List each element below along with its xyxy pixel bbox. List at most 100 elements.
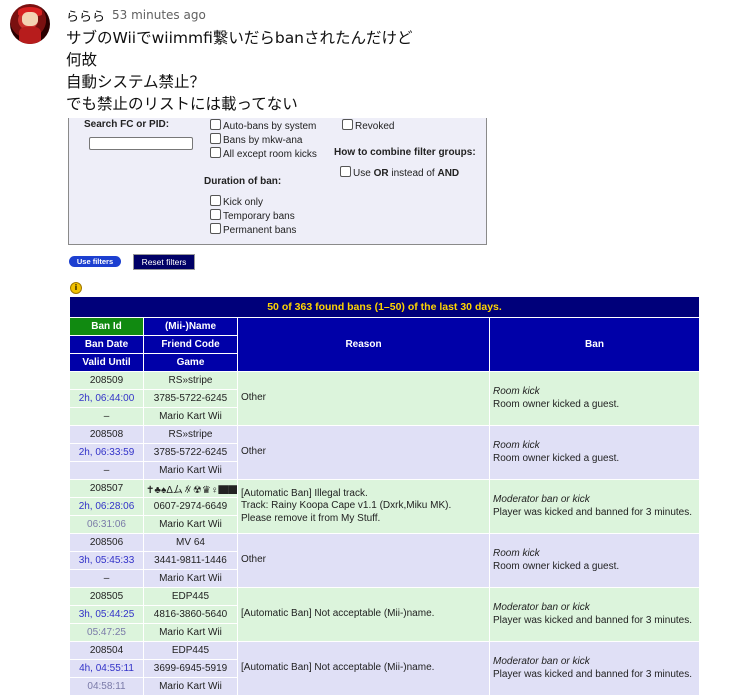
friend-code[interactable]: 3699-6945-5919 <box>143 659 238 678</box>
ban-id[interactable]: 208504 <box>69 641 144 660</box>
table-row[interactable]: 208505 EDP445 [Automatic Ban] Not acceptab… <box>69 587 701 642</box>
checkbox-icon[interactable] <box>340 166 351 177</box>
ban-desc: Room owner kicked a guest. <box>493 560 620 572</box>
table-body: 208509 RS»stripe Other Room kick Room owner … <box>69 371 701 696</box>
friend-code[interactable]: 3785-5722-6245 <box>143 443 238 462</box>
game: Mario Kart Wii <box>143 569 238 588</box>
comment-line: 何故 <box>66 51 98 69</box>
ban-id[interactable]: 208508 <box>69 425 144 444</box>
ban-reason: Other <box>237 425 490 480</box>
comment-author[interactable]: ららら <box>66 6 105 25</box>
ban-date[interactable]: 2h, 06:28:06 <box>69 497 144 516</box>
table-row[interactable]: 208507 ✝♣♠Δム∦☢♛♀▇▇ [Automatic Ban] Illegal… <box>69 479 701 534</box>
comment-line: サブのWiiでwiimmfi繋いだらbanされたんだけど <box>66 29 413 47</box>
filter-all-except-kicks-label: All except room kicks <box>223 149 317 160</box>
avatar-body <box>19 27 41 44</box>
ban-date[interactable]: 3h, 05:44:25 <box>69 605 144 624</box>
ban-id[interactable]: 208505 <box>69 587 144 606</box>
ban-date[interactable]: 2h, 06:33:59 <box>69 443 144 462</box>
bans-table: 50 of 363 found bans (1–50) of the last … <box>68 296 701 696</box>
mii-name: ✝♣♠Δム∦☢♛♀▇▇ <box>143 479 238 498</box>
filter-all-except-kicks[interactable]: All except room kicks <box>210 147 317 160</box>
ban-type: Room kick <box>493 386 540 397</box>
ban-desc: Player was kicked and banned for 3 minut… <box>493 506 692 518</box>
checkbox-icon[interactable] <box>210 133 221 144</box>
filter-mkw-ana[interactable]: Bans by mkw-ana <box>210 133 302 146</box>
friend-code[interactable]: 3441-9811-1446 <box>143 551 238 570</box>
ban-type: Moderator ban or kick <box>493 602 590 613</box>
table-row[interactable]: 208504 EDP445 [Automatic Ban] Not acceptab… <box>69 641 701 696</box>
filter-panel: Search FC or PID: Auto-bans by system Ba… <box>68 118 487 245</box>
search-fc-input[interactable] <box>89 137 193 150</box>
ban-desc: Room owner kicked a guest. <box>493 398 620 410</box>
comment-time[interactable]: 53 minutes ago <box>112 8 206 22</box>
ban-reason: [Automatic Ban] Not acceptable (Mii-)nam… <box>237 641 490 696</box>
filter-auto-bans[interactable]: Auto-bans by system <box>210 119 316 132</box>
filter-temporary-label: Temporary bans <box>223 211 295 222</box>
checkbox-icon[interactable] <box>210 223 221 234</box>
combine-or-option[interactable]: Use OR instead of AND <box>340 166 459 179</box>
mii-name: RS»stripe <box>143 371 238 390</box>
duration-label: Duration of ban: <box>204 176 282 187</box>
ban-date[interactable]: 2h, 06:44:00 <box>69 389 144 408</box>
ban-info: Room kick Room owner kicked a guest. <box>488 371 701 426</box>
use-filters-button[interactable]: Use filters <box>69 256 121 267</box>
col-ban-date[interactable]: Ban Date <box>69 335 144 354</box>
mii-name: RS»stripe <box>143 425 238 444</box>
col-ban-id[interactable]: Ban Id <box>69 317 144 336</box>
col-ban[interactable]: Ban <box>488 317 701 372</box>
avatar[interactable] <box>10 4 50 44</box>
table-row[interactable]: 208509 RS»stripe Other Room kick Room owner … <box>69 371 701 426</box>
checkbox-icon[interactable] <box>210 195 221 206</box>
friend-code[interactable]: 0607-2974-6649 <box>143 497 238 516</box>
game: Mario Kart Wii <box>143 623 238 642</box>
combine-and: AND <box>437 168 460 179</box>
col-valid-until[interactable]: Valid Until <box>69 353 144 372</box>
ban-id[interactable]: 208507 <box>69 479 144 498</box>
col-game[interactable]: Game <box>143 353 238 372</box>
filter-revoked[interactable]: Revoked <box>342 119 394 132</box>
ban-info: Moderator ban or kick Player was kicked a… <box>488 587 701 642</box>
filter-kick-only[interactable]: Kick only <box>210 195 263 208</box>
ban-reason: Other <box>237 371 490 426</box>
combine-or: OR <box>373 168 389 179</box>
ban-type: Moderator ban or kick <box>493 494 590 505</box>
table-title: 50 of 363 found bans (1–50) of the last … <box>68 296 701 318</box>
checkbox-icon[interactable] <box>210 209 221 220</box>
filter-temporary[interactable]: Temporary bans <box>210 209 295 222</box>
ban-date[interactable]: 4h, 04:55:11 <box>69 659 144 678</box>
comment-line: 自動システム禁止？ <box>66 73 206 91</box>
filter-mkw-ana-label: Bans by mkw-ana <box>223 135 303 146</box>
mii-name: MV 64 <box>143 533 238 552</box>
info-icon[interactable]: i <box>70 282 82 294</box>
comment-line: でも禁止のリストには載ってない <box>66 95 298 113</box>
ban-info: Room kick Room owner kicked a guest. <box>488 425 701 480</box>
combine-label: How to combine filter groups: <box>334 147 476 158</box>
ban-desc: Room owner kicked a guest. <box>493 452 620 464</box>
col-reason[interactable]: Reason <box>237 317 490 372</box>
ban-id[interactable]: 208509 <box>69 371 144 390</box>
checkbox-icon[interactable] <box>342 119 353 130</box>
filter-permanent[interactable]: Permanent bans <box>210 223 296 236</box>
checkbox-icon[interactable] <box>210 119 221 130</box>
col-mii-name[interactable]: (Mii-)Name <box>143 317 238 336</box>
filter-revoked-label: Revoked <box>355 121 395 132</box>
col-friend-code[interactable]: Friend Code <box>143 335 238 354</box>
ban-reason: Other <box>237 533 490 588</box>
valid-until: 04:58:11 <box>69 677 144 696</box>
table-row[interactable]: 208506 MV 64 Other Room kick Room owner kick… <box>69 533 701 588</box>
mii-name: EDP445 <box>143 641 238 660</box>
ban-id[interactable]: 208506 <box>69 533 144 552</box>
filter-permanent-label: Permanent bans <box>223 225 297 236</box>
friend-code[interactable]: 3785-5722-6245 <box>143 389 238 408</box>
reset-filters-button[interactable]: Reset filters <box>133 254 195 270</box>
checkbox-icon[interactable] <box>210 147 221 158</box>
valid-until: 06:31:06 <box>69 515 144 534</box>
table-row[interactable]: 208508 RS»stripe Other Room kick Room owner … <box>69 425 701 480</box>
ban-date[interactable]: 3h, 05:45:33 <box>69 551 144 570</box>
game: Mario Kart Wii <box>143 461 238 480</box>
combine-pre: Use <box>353 168 374 179</box>
friend-code[interactable]: 4816-3860-5640 <box>143 605 238 624</box>
game: Mario Kart Wii <box>143 515 238 534</box>
comment: ららら 53 minutes ago サブのWiiでwiimmfi繋いだらban… <box>0 0 744 118</box>
